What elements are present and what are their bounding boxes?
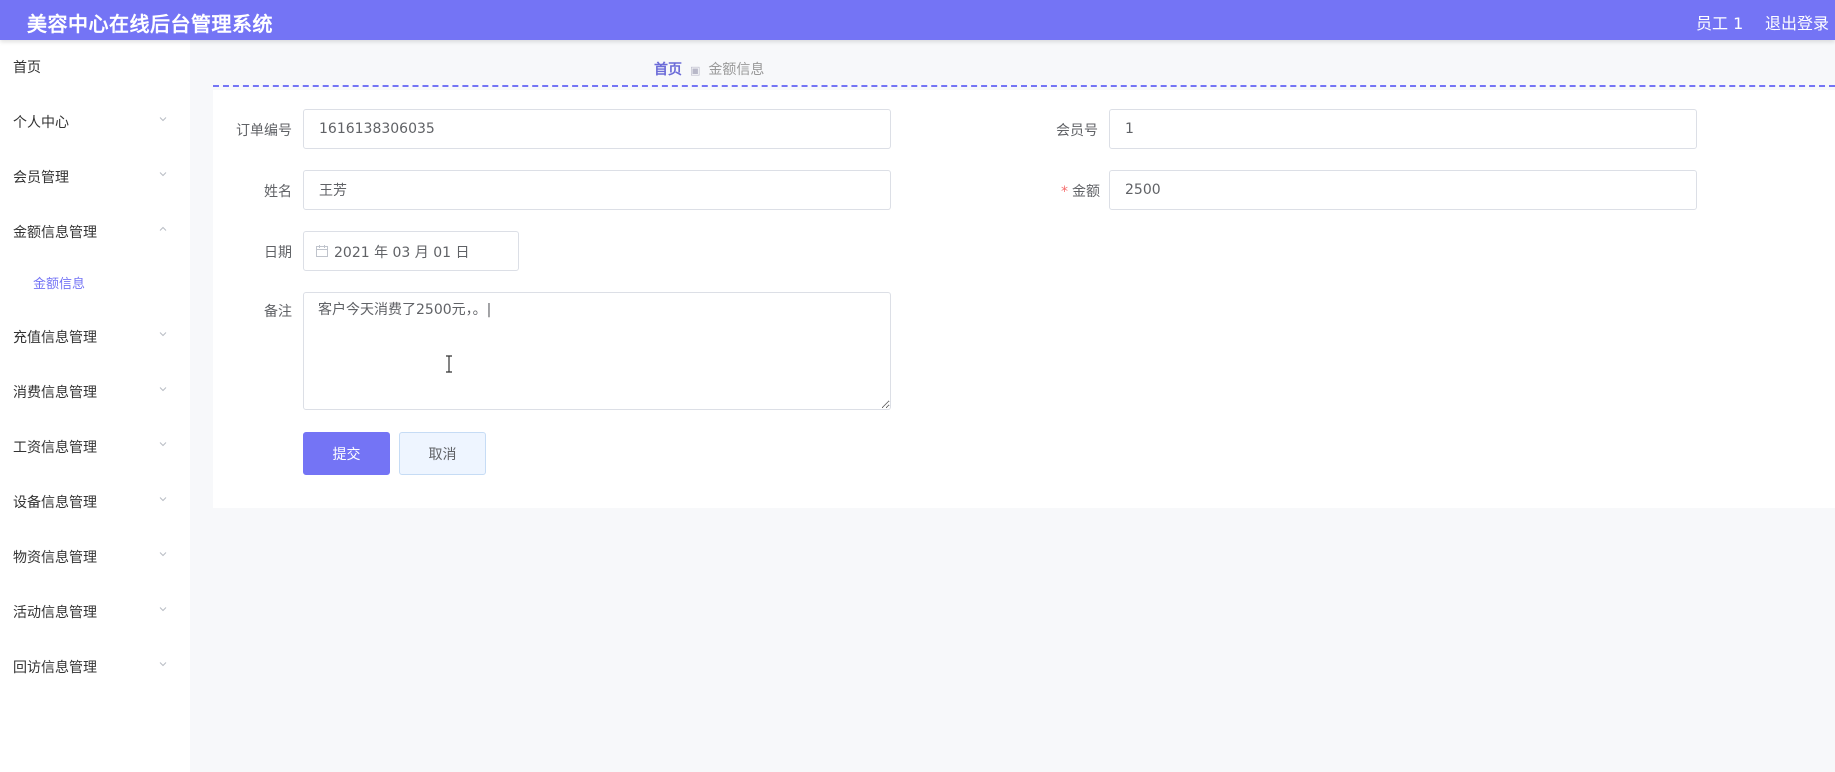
chevron-down-icon: [159, 497, 167, 502]
amount-input[interactable]: [1109, 170, 1697, 210]
sidebar-item-label: 充值信息管理: [13, 330, 97, 346]
chevron-down-icon: [159, 332, 167, 337]
chevron-down-icon: [159, 117, 167, 122]
sidebar-item-label: 金额信息管理: [13, 225, 97, 241]
date-value: 2021 年 03 月 01 日: [334, 245, 470, 261]
breadcrumb-divider: [213, 85, 1835, 87]
sidebar-subitem-label: 金额信息: [33, 277, 86, 292]
order-no-label: 订单编号: [236, 123, 292, 139]
current-user[interactable]: 员工 1: [1696, 10, 1743, 34]
sidebar-item-salary-management[interactable]: 工资信息管理: [0, 426, 190, 466]
sidebar: 首页 个人中心 会员管理 金额信息管理 金额信息 充值信息管理 消费信息管理 工…: [0, 40, 190, 772]
member-no-label: 会员号: [1056, 123, 1098, 139]
chevron-down-icon: [159, 662, 167, 667]
name-label: 姓名: [264, 184, 292, 200]
calendar-icon: [316, 245, 328, 257]
sidebar-item-label: 会员管理: [13, 170, 69, 186]
order-no-input[interactable]: [303, 109, 891, 149]
sidebar-item-personal-center[interactable]: 个人中心: [0, 101, 190, 141]
sidebar-item-label: 设备信息管理: [13, 495, 97, 511]
sidebar-item-label: 消费信息管理: [13, 385, 97, 401]
sidebar-item-label: 首页: [13, 60, 41, 76]
chevron-down-icon: [159, 172, 167, 177]
sidebar-item-equipment-management[interactable]: 设备信息管理: [0, 481, 190, 521]
amount-label: * 金额: [1061, 181, 1100, 201]
breadcrumb-separator-icon: ▣: [690, 64, 701, 77]
sidebar-item-label: 活动信息管理: [13, 605, 97, 621]
date-picker[interactable]: 2021 年 03 月 01 日: [303, 231, 519, 271]
date-label: 日期: [264, 245, 292, 261]
chevron-down-icon: [159, 387, 167, 392]
sidebar-item-label: 回访信息管理: [13, 660, 97, 676]
app-title: 美容中心在线后台管理系统: [27, 12, 273, 36]
sidebar-subitem-amount-info[interactable]: 金额信息: [0, 264, 190, 300]
sidebar-item-label: 个人中心: [13, 115, 69, 131]
submit-button[interactable]: 提交: [303, 432, 390, 475]
chevron-up-icon: [159, 226, 167, 231]
sidebar-item-members[interactable]: 会员管理: [0, 156, 190, 196]
breadcrumb-current: 金额信息: [708, 62, 765, 78]
breadcrumb: 首页 ▣ 金额信息: [654, 59, 764, 79]
chevron-down-icon: [159, 442, 167, 447]
sidebar-item-home[interactable]: 首页: [0, 46, 190, 86]
cancel-button[interactable]: 取消: [399, 432, 486, 475]
sidebar-item-consumption-management[interactable]: 消费信息管理: [0, 371, 190, 411]
sidebar-item-amount-management[interactable]: 金额信息管理: [0, 211, 190, 251]
chevron-down-icon: [159, 607, 167, 612]
member-no-input[interactable]: [1109, 109, 1697, 149]
sidebar-item-recharge-management[interactable]: 充值信息管理: [0, 316, 190, 356]
amount-label-text: 金额: [1072, 184, 1100, 200]
sidebar-item-label: 物资信息管理: [13, 550, 97, 566]
sidebar-item-activity-management[interactable]: 活动信息管理: [0, 591, 190, 631]
chevron-down-icon: [159, 552, 167, 557]
name-input[interactable]: [303, 170, 891, 210]
remark-textarea[interactable]: 客户今天消费了2500元，。|: [303, 292, 891, 410]
sidebar-item-supplies-management[interactable]: 物资信息管理: [0, 536, 190, 576]
sidebar-item-followup-management[interactable]: 回访信息管理: [0, 646, 190, 686]
top-bar: 美容中心在线后台管理系统 员工 1 退出登录: [0, 0, 1835, 40]
logout-link[interactable]: 退出登录: [1765, 10, 1829, 34]
sidebar-item-label: 工资信息管理: [13, 440, 97, 456]
required-mark: *: [1061, 184, 1068, 200]
remark-label: 备注: [264, 304, 292, 320]
breadcrumb-home[interactable]: 首页: [654, 62, 682, 78]
